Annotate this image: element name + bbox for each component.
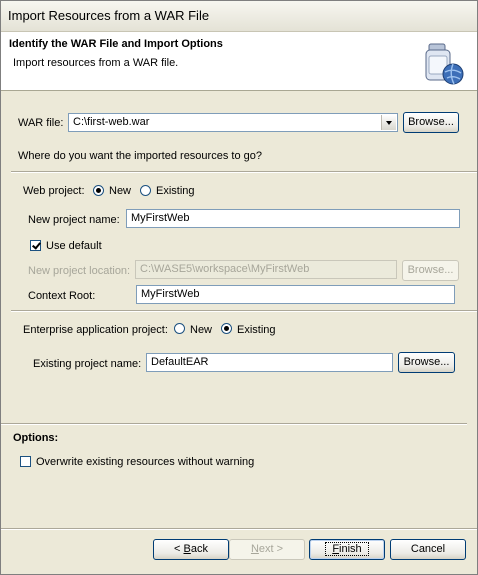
project-location-label: New project location: [28,265,131,277]
enterprise-project-existing-radio[interactable] [221,323,232,334]
project-location-value: C:\WASE5\workspace\MyFirstWeb [140,263,310,275]
war-file-label: WAR file: [18,117,64,129]
separator [1,528,477,530]
overwrite-checkbox[interactable] [20,456,31,467]
wizard-banner: Identify the WAR File and Import Options… [1,32,477,91]
jar-globe-icon [425,43,464,85]
use-default-label: Use default [46,240,102,252]
web-project-existing-radio[interactable] [140,185,151,196]
title-bar[interactable]: Import Resources from a WAR File [1,1,477,32]
overwrite-label: Overwrite existing resources without war… [36,456,255,468]
next-label: Next > [250,543,284,555]
war-file-combo[interactable]: C:\first-web.war [68,113,398,132]
enterprise-project-existing-label: Existing [237,324,276,336]
banner-title: Identify the WAR File and Import Options [9,38,223,50]
existing-project-name-input[interactable]: DefaultEAR [146,353,393,372]
destination-question: Where do you want the imported resources… [18,150,262,162]
separator [11,310,477,312]
new-project-name-label: New project name: [28,214,120,226]
existing-project-name-value: DefaultEAR [151,356,209,368]
back-label: < Back [174,543,208,555]
cancel-label: Cancel [410,543,446,555]
web-project-label: Web project: [23,185,85,197]
enterprise-project-new-label: New [190,324,213,336]
war-file-browse-label: Browse... [408,116,454,128]
war-file-value: C:\first-web.war [73,116,150,128]
existing-project-browse-label: Browse... [403,356,450,368]
web-project-new-radio[interactable] [93,185,104,196]
new-project-name-value: MyFirstWeb [131,212,190,224]
cancel-button[interactable]: Cancel [390,539,466,560]
project-location-browse-label: Browse... [407,264,454,276]
wizard-dialog: Import Resources from a WAR File Identif… [0,0,478,575]
enterprise-project-new-radio[interactable] [174,323,185,334]
web-project-new-label: New [109,185,132,197]
web-project-existing-label: Existing [156,185,195,197]
existing-project-browse-button[interactable]: Browse... [398,352,455,373]
project-location-input: C:\WASE5\workspace\MyFirstWeb [135,260,397,279]
finish-button[interactable]: Finish [309,539,385,560]
existing-project-name-label: Existing project name: [33,358,142,370]
use-default-checkbox[interactable] [30,240,41,251]
separator [11,171,477,173]
back-button[interactable]: < Back [153,539,229,560]
chevron-down-icon[interactable] [381,115,396,130]
next-button: Next > [229,539,305,560]
banner-subtitle: Import resources from a WAR file. [13,57,179,69]
project-location-browse-button: Browse... [402,260,459,281]
separator [1,423,467,425]
new-project-name-input[interactable]: MyFirstWeb [126,209,460,228]
enterprise-project-label: Enterprise application project: [23,324,168,336]
options-heading: Options: [13,432,59,444]
war-file-browse-button[interactable]: Browse... [403,112,459,133]
window-title: Import Resources from a WAR File [8,8,210,23]
finish-label: Finish [325,542,369,556]
context-root-input[interactable]: MyFirstWeb [136,285,455,304]
context-root-label: Context Root: [28,290,96,302]
context-root-value: MyFirstWeb [141,288,200,300]
